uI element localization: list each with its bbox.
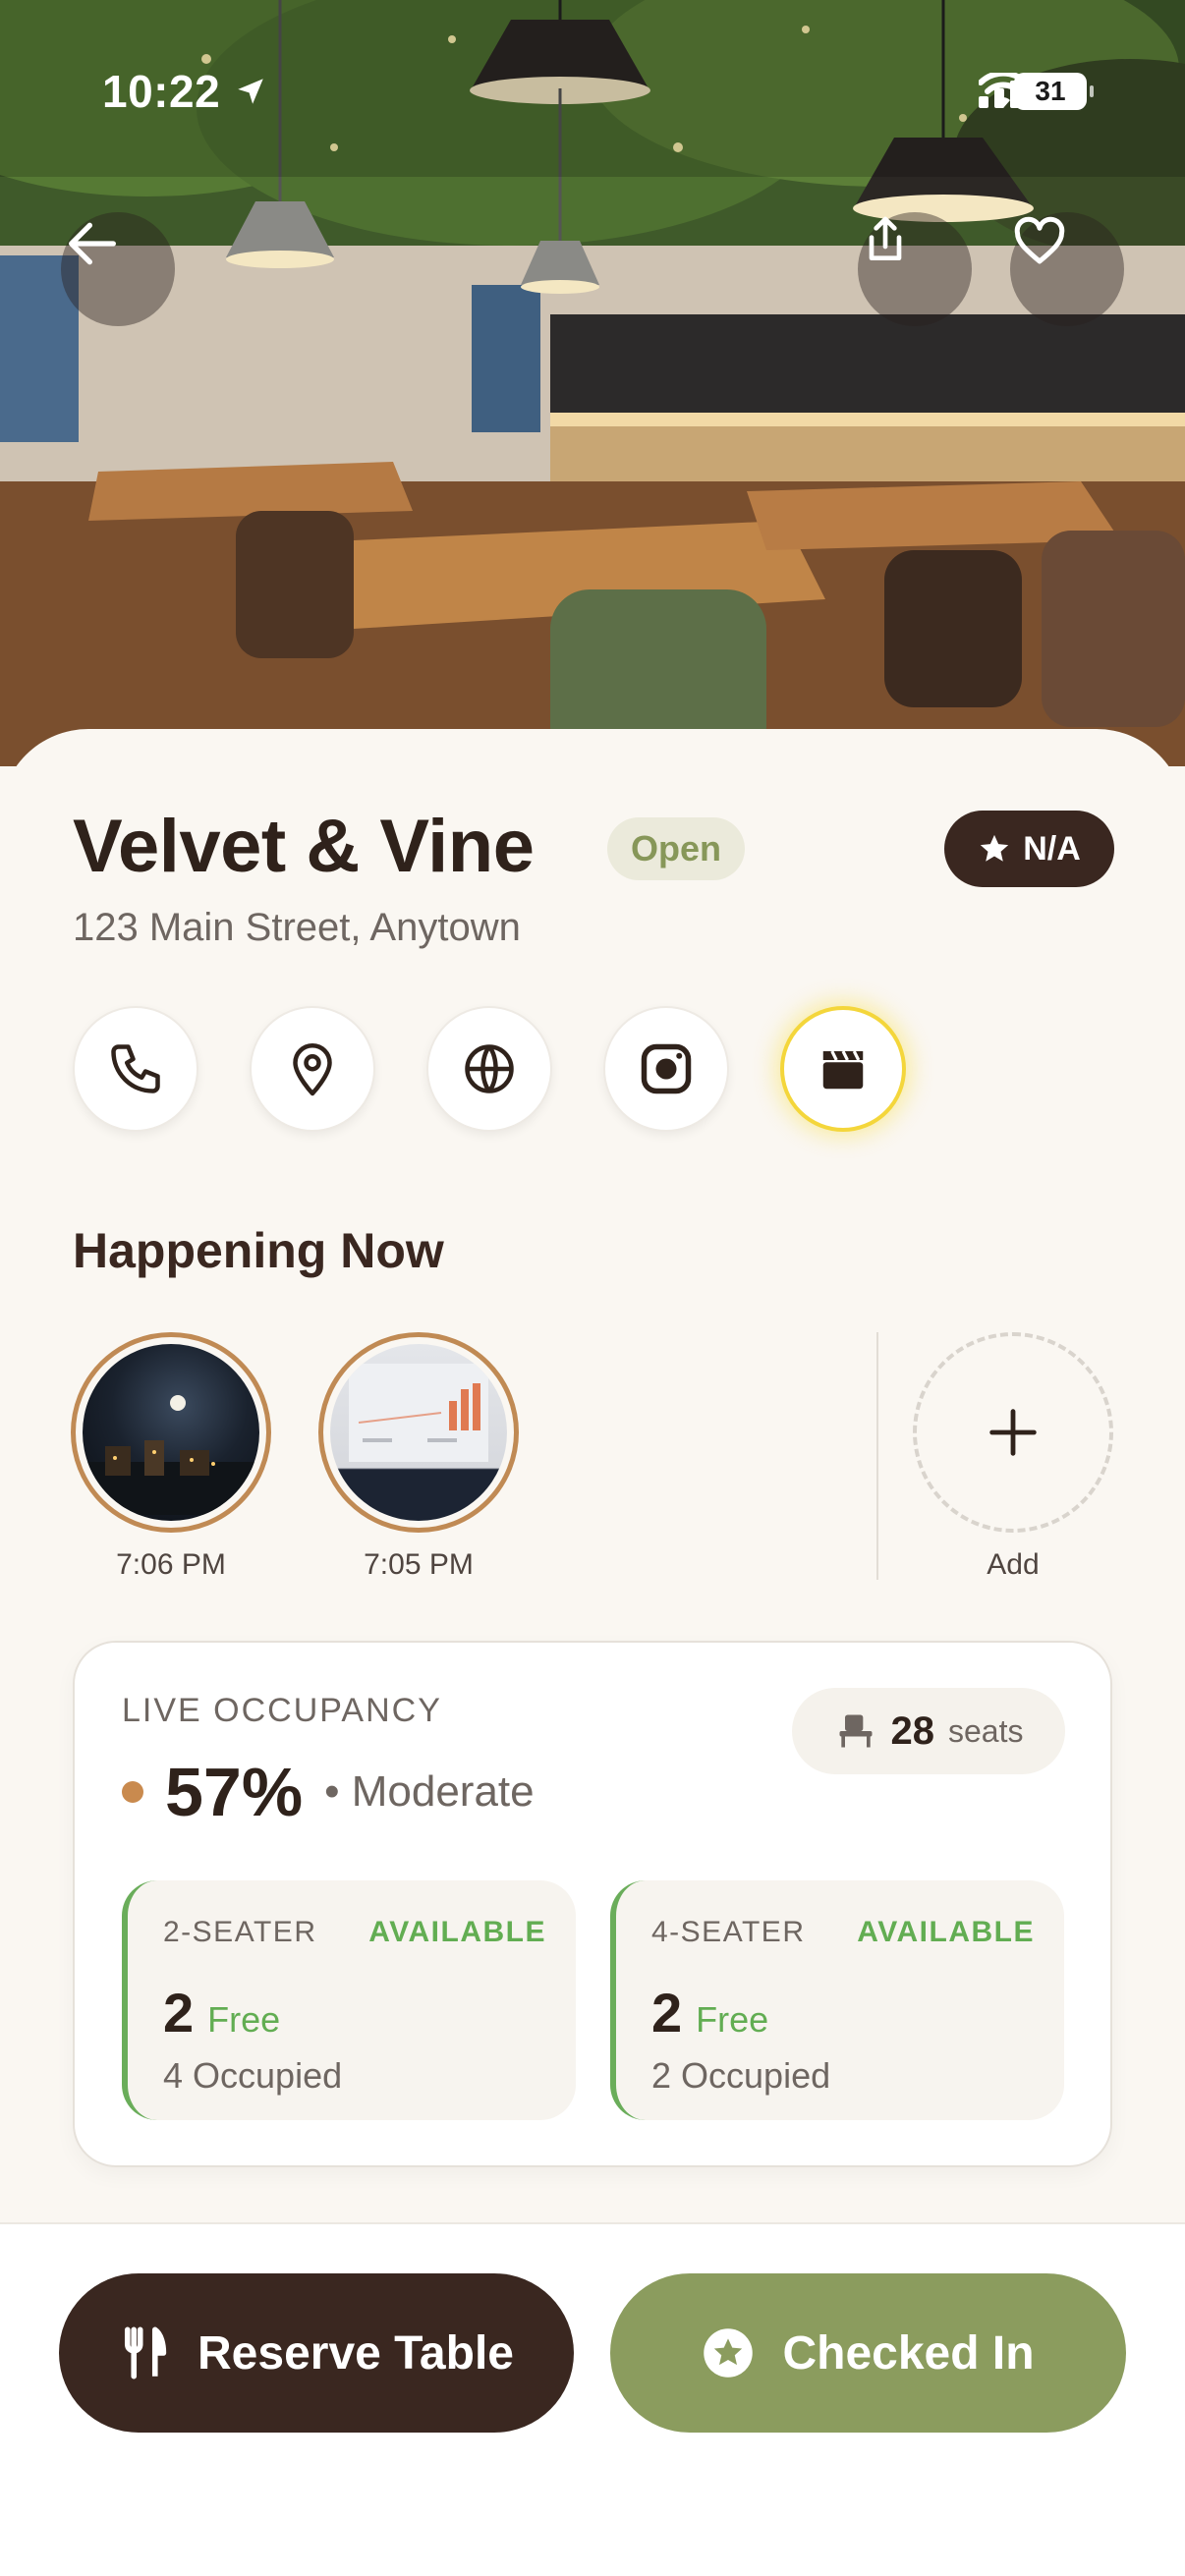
heart-icon bbox=[1014, 216, 1065, 264]
favorite-button[interactable] bbox=[1010, 212, 1124, 326]
fork-knife-icon bbox=[124, 2326, 167, 2380]
share-button[interactable] bbox=[858, 212, 972, 326]
checked-in-button[interactable]: Checked In bbox=[610, 2273, 1126, 2433]
call-button[interactable] bbox=[73, 1006, 198, 1132]
share-icon bbox=[869, 216, 902, 260]
battery-indicator: 31 bbox=[1014, 73, 1094, 110]
venue-detail-screen: 10:22 31 Velvet & Vine Open N/A 123 Main… bbox=[0, 0, 1185, 2576]
table-type-label: 4-SEATER bbox=[651, 1916, 806, 1948]
reserve-table-button[interactable]: Reserve Table bbox=[59, 2273, 574, 2433]
checked-in-label: Checked In bbox=[782, 2326, 1035, 2380]
free-tables: 2 Free bbox=[163, 1981, 280, 2044]
story-time: 7:06 PM bbox=[116, 1548, 226, 1581]
seats-pill: 28 seats bbox=[792, 1688, 1065, 1774]
story-thumbnail-night-city bbox=[83, 1344, 259, 1521]
table-type-label: 2-SEATER bbox=[163, 1916, 317, 1948]
table-type-card-4-seater: 4-SEATER AVAILABLE 2 Free 2 Occupied bbox=[610, 1880, 1064, 2120]
free-tables: 2 Free bbox=[651, 1981, 768, 2044]
stories-divider bbox=[876, 1332, 878, 1580]
live-occupancy-card: LIVE OCCUPANCY 28 seats 57% • Moderate 2… bbox=[73, 1641, 1112, 2167]
seats-count: 28 bbox=[890, 1708, 935, 1753]
story-item[interactable]: 7:05 PM bbox=[318, 1332, 519, 1582]
occupied-count: 2 Occupied bbox=[651, 2055, 831, 2096]
plus-icon bbox=[989, 1409, 1037, 1456]
back-arrow-icon bbox=[69, 222, 116, 265]
clapperboard-icon bbox=[822, 1050, 864, 1090]
add-story-label: Add bbox=[987, 1548, 1040, 1581]
status-bar: 10:22 31 bbox=[0, 0, 1185, 187]
happening-now-title: Happening Now bbox=[73, 1223, 444, 1278]
occupancy-label: LIVE OCCUPANCY bbox=[122, 1692, 442, 1729]
rating-value: N/A bbox=[1023, 829, 1081, 868]
occupancy-status-dot bbox=[122, 1781, 143, 1803]
directions-button[interactable] bbox=[250, 1006, 375, 1132]
rating-badge[interactable]: N/A bbox=[944, 811, 1114, 887]
video-button[interactable] bbox=[780, 1006, 906, 1132]
star-badge-icon bbox=[704, 2328, 754, 2378]
venue-address: 123 Main Street, Anytown bbox=[73, 906, 521, 949]
website-button[interactable] bbox=[426, 1006, 552, 1132]
instagram-button[interactable] bbox=[603, 1006, 729, 1132]
back-button[interactable] bbox=[61, 212, 175, 326]
seat-icon bbox=[839, 1714, 872, 1748]
occupied-count: 4 Occupied bbox=[163, 2055, 343, 2096]
open-status-badge: Open bbox=[607, 817, 746, 880]
free-count: 2 bbox=[651, 1982, 683, 2044]
hero-image: 10:22 31 bbox=[0, 0, 1185, 766]
table-availability: AVAILABLE bbox=[368, 1916, 546, 1948]
location-pin-icon bbox=[293, 1043, 332, 1096]
venue-name: Velvet & Vine bbox=[73, 805, 535, 888]
add-story-circle bbox=[913, 1332, 1113, 1533]
add-story-button[interactable]: Add bbox=[913, 1332, 1113, 1582]
story-thumbnail-screen-chart bbox=[330, 1344, 507, 1521]
story-item[interactable]: 7:06 PM bbox=[71, 1332, 271, 1582]
occupancy-percent: 57% bbox=[165, 1754, 304, 1830]
phone-icon bbox=[111, 1044, 160, 1093]
globe-icon bbox=[465, 1044, 514, 1093]
status-indicators: 31 bbox=[979, 73, 1094, 110]
free-count: 2 bbox=[163, 1982, 195, 2044]
free-label: Free bbox=[207, 1999, 281, 2040]
reserve-table-label: Reserve Table bbox=[198, 2326, 514, 2380]
status-time: 10:22 bbox=[102, 66, 221, 117]
action-buttons bbox=[73, 1006, 906, 1132]
free-label: Free bbox=[696, 1999, 769, 2040]
story-time: 7:05 PM bbox=[364, 1548, 474, 1581]
table-availability: AVAILABLE bbox=[857, 1916, 1035, 1948]
occupancy-summary: 57% • Moderate bbox=[122, 1753, 535, 1831]
table-type-card-2-seater: 2-SEATER AVAILABLE 2 Free 4 Occupied bbox=[122, 1880, 576, 2120]
instagram-icon bbox=[641, 1043, 692, 1094]
occupancy-level: • Moderate bbox=[324, 1767, 535, 1816]
seats-unit: seats bbox=[948, 1712, 1024, 1749]
story-ring bbox=[318, 1332, 519, 1533]
bottom-action-bar: Reserve Table Checked In bbox=[0, 2222, 1185, 2576]
story-ring bbox=[71, 1332, 271, 1533]
star-icon bbox=[981, 834, 1009, 862]
